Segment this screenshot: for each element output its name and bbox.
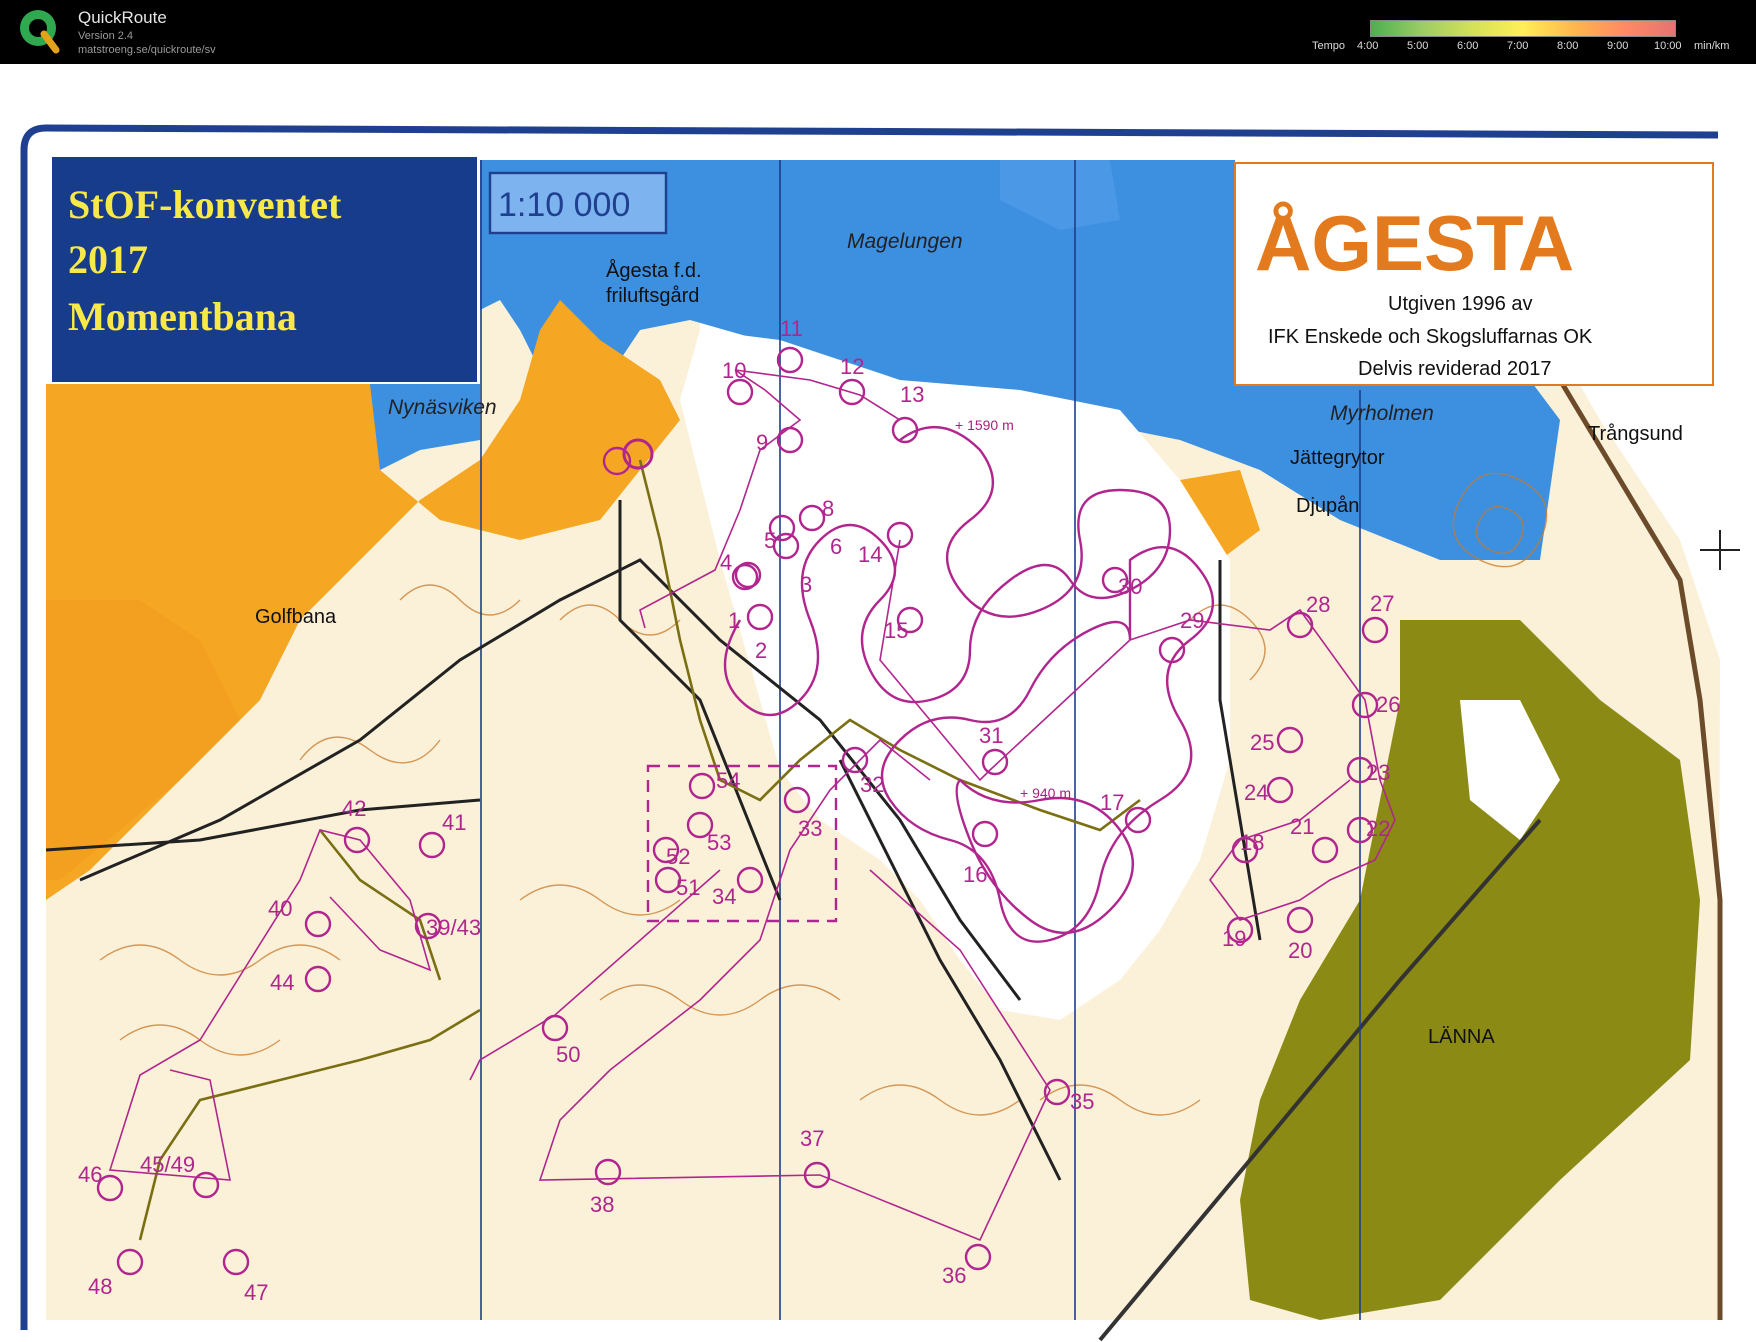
tempo-tick: 10:00 bbox=[1654, 40, 1682, 52]
control-label: 28 bbox=[1306, 592, 1330, 617]
place-agesta-fd-2: friluftsgård bbox=[606, 285, 699, 307]
control-label: 52 bbox=[666, 844, 690, 869]
control-label: 22 bbox=[1366, 816, 1390, 841]
place-trangsund: Trångsund bbox=[1588, 423, 1683, 445]
app-titlebar: QuickRoute Version 2.4 matstroeng.se/qui… bbox=[0, 0, 1756, 64]
place-golfbana: Golfbana bbox=[255, 606, 337, 628]
control-label: 44 bbox=[270, 970, 294, 995]
publisher-line2: IFK Enskede och Skogsluffarnas OK bbox=[1268, 326, 1593, 348]
control-label: 4 bbox=[720, 550, 732, 575]
control-label: 5 bbox=[764, 528, 776, 553]
control-label: 23 bbox=[1366, 760, 1390, 785]
control-label: 40 bbox=[268, 896, 292, 921]
control-label: 53 bbox=[707, 830, 731, 855]
control-label: 27 bbox=[1370, 591, 1394, 616]
quickroute-logo-icon bbox=[20, 10, 60, 54]
tempo-tick: 7:00 bbox=[1507, 40, 1529, 52]
tempo-tick: 4:00 bbox=[1357, 40, 1379, 52]
control-label: 31 bbox=[979, 723, 1003, 748]
tempo-color-scale bbox=[1370, 20, 1676, 37]
control-label: 47 bbox=[244, 1280, 268, 1305]
place-nynasviken: Nynäsviken bbox=[388, 396, 497, 419]
control-label: 45/49 bbox=[140, 1152, 195, 1177]
control-label: 13 bbox=[900, 382, 924, 407]
control-label: 24 bbox=[1244, 780, 1268, 805]
event-title-line2: 2017 bbox=[68, 237, 148, 282]
control-label: 17 bbox=[1100, 790, 1124, 815]
control-label: 32 bbox=[860, 772, 884, 797]
tempo-tick: 5:00 bbox=[1407, 40, 1429, 52]
distance-label: + 940 m bbox=[1020, 785, 1071, 801]
control-label: 14 bbox=[858, 542, 882, 567]
control-label: 18 bbox=[1240, 830, 1264, 855]
control-label: 50 bbox=[556, 1042, 580, 1067]
tempo-tick: 9:00 bbox=[1607, 40, 1629, 52]
control-label: 1 bbox=[728, 608, 740, 633]
control-label: 36 bbox=[942, 1263, 966, 1288]
control-label: 37 bbox=[800, 1126, 824, 1151]
tempo-tick: 6:00 bbox=[1457, 40, 1479, 52]
place-myrholmen: Myrholmen bbox=[1330, 402, 1434, 425]
distance-label: + 1590 m bbox=[955, 417, 1014, 433]
publisher-line3: Delvis reviderad 2017 bbox=[1358, 358, 1551, 380]
control-label: 3 bbox=[800, 572, 812, 597]
control-label: 34 bbox=[712, 884, 736, 909]
tempo-label: Tempo bbox=[1312, 40, 1346, 52]
control-label: 6 bbox=[830, 534, 842, 559]
control-label: 38 bbox=[590, 1192, 614, 1217]
control-label: 33 bbox=[798, 816, 822, 841]
control-label: 46 bbox=[78, 1162, 102, 1187]
control-label: 9 bbox=[756, 430, 768, 455]
orienteering-map[interactable]: StOF-konventet 2017 Momentbana 1:10 000 … bbox=[0, 64, 1756, 1342]
control-label: 15 bbox=[884, 618, 908, 643]
control-label: 16 bbox=[963, 862, 987, 887]
map-scale: 1:10 000 bbox=[498, 186, 630, 224]
tempo-unit: min/km bbox=[1694, 40, 1730, 52]
control-label: 26 bbox=[1376, 692, 1400, 717]
app-version: Version 2.4 bbox=[78, 30, 134, 42]
app-url: matstroeng.se/quickroute/sv bbox=[78, 44, 216, 56]
place-agesta-fd-1: Ågesta f.d. bbox=[606, 259, 702, 282]
control-label: 30 bbox=[1118, 574, 1142, 599]
publisher-line1: Utgiven 1996 av bbox=[1388, 293, 1533, 315]
control-label: 51 bbox=[676, 875, 700, 900]
tempo-tick: 8:00 bbox=[1557, 40, 1579, 52]
control-label: 12 bbox=[840, 354, 864, 379]
control-label: 20 bbox=[1288, 938, 1312, 963]
place-lanna: LÄNNA bbox=[1428, 1026, 1495, 1048]
control-label: 21 bbox=[1290, 814, 1314, 839]
control-label: 54 bbox=[716, 768, 740, 793]
control-label: 48 bbox=[88, 1274, 112, 1299]
place-djupan: Djupån bbox=[1296, 495, 1359, 517]
control-label: 19 bbox=[1222, 926, 1246, 951]
control-label: 41 bbox=[442, 810, 466, 835]
control-label: 11 bbox=[780, 316, 803, 341]
map-name: ÅGESTA bbox=[1255, 199, 1574, 287]
place-jattegrytor: Jättegrytor bbox=[1290, 447, 1385, 469]
control-label: 42 bbox=[342, 796, 366, 821]
control-label: 10 bbox=[722, 358, 746, 383]
place-magelungen: Magelungen bbox=[847, 230, 963, 253]
control-label: 8 bbox=[822, 496, 834, 521]
event-title-line1: StOF-konventet bbox=[68, 182, 342, 227]
app-title: QuickRoute bbox=[78, 8, 167, 27]
event-title-line3: Momentbana bbox=[68, 294, 297, 339]
control-label: 25 bbox=[1250, 730, 1274, 755]
control-label: 39/43 bbox=[426, 915, 481, 940]
control-label: 35 bbox=[1070, 1089, 1094, 1114]
control-label: 29 bbox=[1180, 608, 1204, 633]
map-canvas[interactable]: StOF-konventet 2017 Momentbana 1:10 000 … bbox=[0, 64, 1756, 1342]
control-label: 2 bbox=[755, 638, 767, 663]
